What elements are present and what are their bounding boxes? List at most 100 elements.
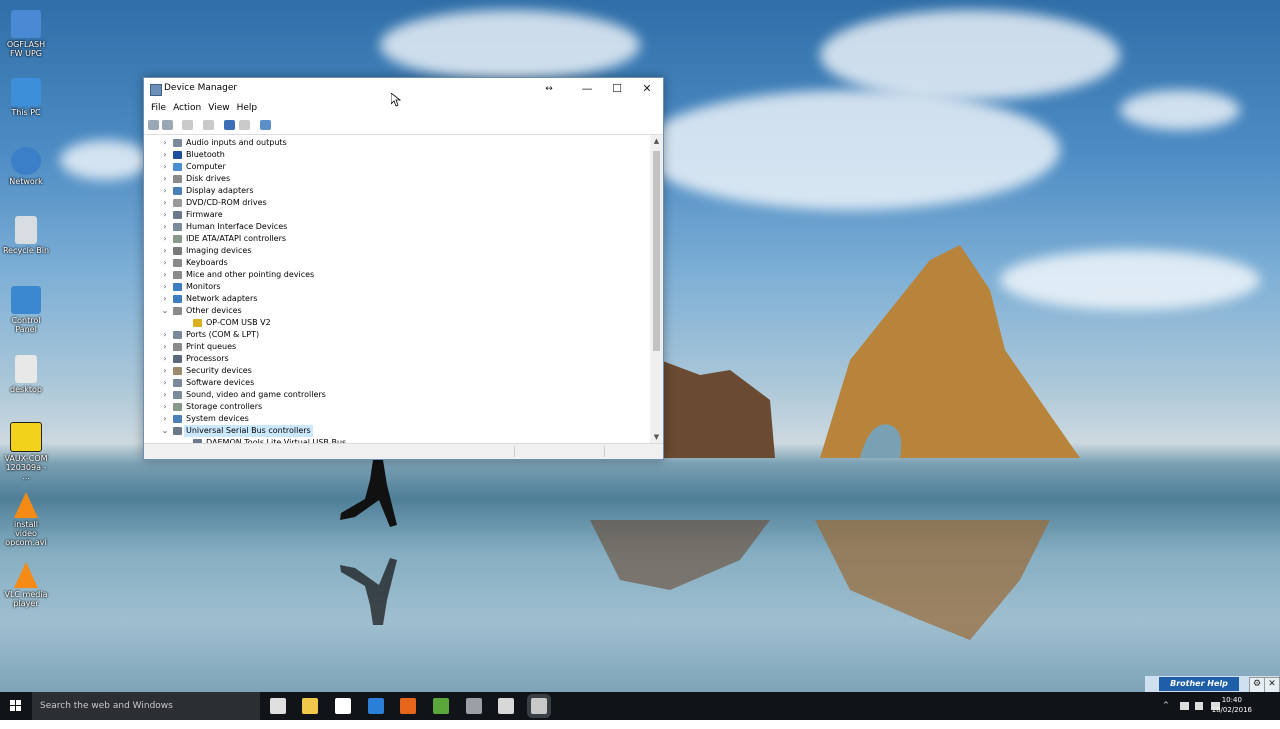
expand-arrow-icon[interactable]: › xyxy=(161,233,169,245)
expand-arrow-icon[interactable]: › xyxy=(161,377,169,389)
tree-item[interactable]: › Storage controllers xyxy=(144,401,644,413)
edge-icon[interactable] xyxy=(368,698,384,714)
desktop-icon-network[interactable]: Network xyxy=(2,147,50,186)
desktop-icon-recycle-bin[interactable]: Recycle Bin xyxy=(2,216,50,255)
network-tool-icon[interactable] xyxy=(466,698,482,714)
tree-item[interactable]: › Computer xyxy=(144,161,644,173)
tree-item[interactable]: OP-COM USB V2 xyxy=(144,317,644,329)
expand-arrow-icon[interactable]: › xyxy=(161,173,169,185)
firefox-icon[interactable] xyxy=(400,698,416,714)
device-manager-icon[interactable] xyxy=(531,698,547,714)
menu-file[interactable]: File xyxy=(148,100,170,116)
tree-item[interactable]: › Display adapters xyxy=(144,185,644,197)
tree-item[interactable]: › Ports (COM & LPT) xyxy=(144,329,644,341)
minimize-button[interactable]: — xyxy=(572,78,602,100)
desktop-icon-control-panel[interactable]: Control Panel xyxy=(2,286,50,334)
expand-arrow-icon[interactable]: › xyxy=(161,197,169,209)
title-bar[interactable]: Device Manager ↔ — ☐ ✕ xyxy=(144,78,663,100)
expand-arrow-icon[interactable]: › xyxy=(161,161,169,173)
tree-item[interactable]: › Software devices xyxy=(144,377,644,389)
vertical-scrollbar[interactable]: ▲ ▼ xyxy=(650,135,663,443)
tree-item[interactable]: › Firmware xyxy=(144,209,644,221)
tree-item[interactable]: › Keyboards xyxy=(144,257,644,269)
start-button[interactable] xyxy=(0,692,32,720)
device-manager-icon xyxy=(150,84,162,96)
tree-item[interactable]: › Bluetooth xyxy=(144,149,644,161)
store-icon[interactable] xyxy=(335,698,351,714)
tree-item[interactable]: › Network adapters xyxy=(144,293,644,305)
expand-arrow-icon[interactable]: › xyxy=(161,293,169,305)
desktop-icon-vauxcom[interactable]: VAUX-COM 120309a - ... xyxy=(2,422,50,481)
tree-item[interactable]: › Monitors xyxy=(144,281,644,293)
scroll-thumb[interactable] xyxy=(653,151,660,351)
tray-chevron-icon[interactable]: ^ xyxy=(1163,701,1169,729)
hid-icon xyxy=(173,223,182,231)
scroll-down-icon[interactable]: ▼ xyxy=(650,431,663,443)
expand-arrow-icon[interactable]: › xyxy=(161,137,169,149)
file-explorer-icon[interactable] xyxy=(302,698,318,714)
tree-item[interactable]: › IDE ATA/ATAPI controllers xyxy=(144,233,644,245)
tree-item[interactable]: › DVD/CD-ROM drives xyxy=(144,197,644,209)
network-tray-icon[interactable] xyxy=(1180,702,1189,710)
tree-item[interactable]: › Disk drives xyxy=(144,173,644,185)
desktop-icon-this-pc[interactable]: This PC xyxy=(2,78,50,117)
task-view-icon[interactable] xyxy=(270,698,286,714)
menu-help[interactable]: Help xyxy=(234,100,262,116)
expand-arrow-icon[interactable]: › xyxy=(161,149,169,161)
close-button[interactable]: ✕ xyxy=(632,78,662,100)
expand-arrow-icon[interactable]: › xyxy=(161,209,169,221)
show-action-pane-icon[interactable] xyxy=(239,120,250,130)
expand-arrow-icon[interactable]: › xyxy=(161,281,169,293)
expand-arrow-icon[interactable]: › xyxy=(161,257,169,269)
tree-item[interactable]: ⌄ Other devices xyxy=(144,305,644,317)
expand-arrow-icon[interactable]: › xyxy=(161,341,169,353)
tree-item[interactable]: › Audio inputs and outputs xyxy=(144,137,644,149)
collapse-arrow-icon[interactable]: ⌄ xyxy=(161,305,169,317)
tree-item[interactable]: › Imaging devices xyxy=(144,245,644,257)
tree-item[interactable]: › Mice and other pointing devices xyxy=(144,269,644,281)
tree-item[interactable]: › System devices xyxy=(144,413,644,425)
expand-arrow-icon[interactable]: › xyxy=(161,413,169,425)
search-box[interactable]: Search the web and Windows xyxy=(32,692,260,720)
tree-item[interactable]: › Print queues xyxy=(144,341,644,353)
device-manager-window[interactable]: Device Manager ↔ — ☐ ✕ File Action View … xyxy=(143,77,664,460)
expand-arrow-icon[interactable]: › xyxy=(161,185,169,197)
tree-item[interactable]: › Human Interface Devices xyxy=(144,221,644,233)
expand-arrow-icon[interactable]: › xyxy=(161,389,169,401)
device-tree[interactable]: › Audio inputs and outputs › Bluetooth › Comp… xyxy=(144,135,649,443)
show-hide-console-tree-icon[interactable] xyxy=(182,120,193,130)
menu-action[interactable]: Action xyxy=(170,100,205,116)
expand-arrow-icon[interactable]: › xyxy=(161,329,169,341)
gear-icon[interactable]: ⚙ xyxy=(1249,677,1265,693)
tree-item[interactable]: › Sound, video and game controllers xyxy=(144,389,644,401)
tree-item[interactable]: › Security devices xyxy=(144,365,644,377)
brother-help-button[interactable]: Brother Help xyxy=(1159,677,1239,691)
expand-arrow-icon[interactable]: › xyxy=(161,245,169,257)
expand-arrow-icon[interactable]: › xyxy=(161,269,169,281)
desktop-icon-vlc[interactable]: VLC media player xyxy=(2,562,50,608)
app-window-icon[interactable] xyxy=(498,698,514,714)
desktop-icon-desktop[interactable]: desktop xyxy=(2,355,50,394)
back-icon[interactable] xyxy=(148,120,159,130)
help-icon[interactable] xyxy=(224,120,235,130)
tree-item[interactable]: › Processors xyxy=(144,353,644,365)
desktop-icon-install-video[interactable]: install video opcom.avi xyxy=(2,492,50,547)
forward-icon[interactable] xyxy=(162,120,173,130)
tree-item-label: IDE ATA/ATAPI controllers xyxy=(186,234,287,243)
tree-item[interactable]: ⌄ Universal Serial Bus controllers xyxy=(144,425,644,437)
close-icon[interactable]: ✕ xyxy=(1264,677,1280,693)
scroll-up-icon[interactable]: ▲ xyxy=(650,135,663,147)
expand-arrow-icon[interactable]: › xyxy=(161,221,169,233)
maximize-button[interactable]: ☐ xyxy=(602,78,632,100)
volume-icon[interactable] xyxy=(1195,702,1203,710)
properties-icon[interactable] xyxy=(203,120,214,130)
clock[interactable]: 10:40 18/02/2016 xyxy=(1212,695,1252,715)
scan-hardware-icon[interactable] xyxy=(260,120,271,130)
menu-view[interactable]: View xyxy=(205,100,233,116)
expand-arrow-icon[interactable]: › xyxy=(161,401,169,413)
desktop-icon-ogflash[interactable]: OGFLASH FW UPG xyxy=(2,10,50,58)
expand-arrow-icon[interactable]: › xyxy=(161,365,169,377)
expand-arrow-icon[interactable]: › xyxy=(161,353,169,365)
utorrent-icon[interactable] xyxy=(433,698,449,714)
collapse-arrow-icon[interactable]: ⌄ xyxy=(161,425,169,437)
